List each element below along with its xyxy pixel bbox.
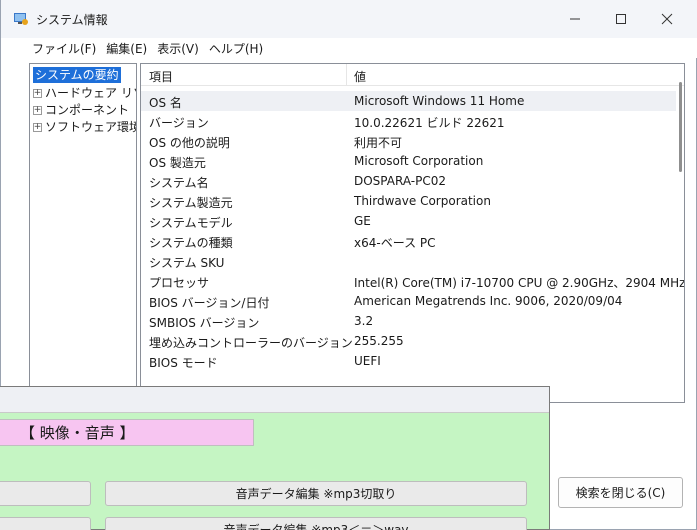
row-item: OS 名 — [149, 96, 182, 110]
row-item: SMBIOS バージョン — [149, 316, 260, 330]
tree-item-label: ソフトウェア環境 — [45, 120, 137, 134]
row-value: 3.2 — [354, 314, 374, 328]
row-item: バージョン — [149, 116, 209, 130]
menu-file[interactable]: ファイル(F) — [28, 40, 100, 57]
row-value: 255.255 — [354, 334, 404, 348]
close-icon — [661, 13, 673, 25]
row-value: x64-ベース PC — [354, 236, 436, 250]
minimize-icon — [570, 18, 580, 20]
title-bar: システム情報 — [1, 0, 697, 38]
close-button[interactable] — [644, 0, 690, 38]
expand-plus-icon[interactable]: + — [33, 122, 42, 132]
tree-item-label: ハードウェア リソース — [45, 86, 136, 100]
column-divider[interactable] — [346, 64, 347, 86]
table-row[interactable]: OS の他の説明 利用不可 — [141, 131, 676, 151]
table-row[interactable]: システムの種類 x64-ベース PC — [141, 231, 676, 251]
table-row[interactable]: システム SKU — [141, 251, 676, 271]
row-item: BIOS バージョン/日付 — [149, 296, 270, 310]
close-search-button[interactable]: 検索を閉じる(C) — [558, 477, 683, 508]
menu-bar: ファイル(F) 編集(E) 表示(V) ヘルプ(H) — [1, 38, 697, 58]
table-row[interactable]: SMBIOS バージョン 3.2 — [141, 311, 676, 331]
row-item: システムモデル — [149, 216, 233, 230]
left-tool-button[interactable] — [0, 481, 91, 506]
system-info-app-icon — [14, 13, 28, 25]
row-value: GE — [354, 214, 371, 228]
table-row[interactable]: 埋め込みコントローラーのバージョン 255.255 — [141, 331, 676, 351]
row-value: DOSPARA-PC02 — [354, 174, 446, 188]
tree-item-software-environment[interactable]: + ソフトウェア環境 — [33, 119, 137, 135]
tree-item-hardware-resources[interactable]: + ハードウェア リソース — [33, 85, 136, 101]
row-value: American Megatrends Inc. 9006, 2020/09/0… — [354, 294, 623, 308]
details-rows: OS 名 Microsoft Windows 11 Home バージョン 10.0.… — [141, 91, 684, 371]
row-value: 10.0.22621 ビルド 22621 — [354, 116, 505, 130]
row-value: UEFI — [354, 354, 381, 368]
menu-view[interactable]: 表示(V) — [153, 40, 203, 57]
row-item: BIOS モード — [149, 356, 218, 370]
details-list: 項目 値 OS 名 Microsoft Windows 11 Home バージョン… — [140, 63, 685, 403]
row-item: システム製造元 — [149, 196, 233, 210]
row-item: 埋め込みコントローラーのバージョン — [149, 336, 353, 350]
vertical-scrollbar[interactable] — [679, 82, 682, 172]
minimize-button[interactable] — [552, 0, 598, 38]
expand-plus-icon[interactable]: + — [33, 88, 42, 98]
row-item: OS 製造元 — [149, 156, 206, 170]
tree-item-system-summary[interactable]: システムの要約 — [33, 67, 121, 83]
row-item: プロセッサ — [149, 276, 210, 290]
row-value: Intel(R) Core(TM) i7-10700 CPU @ 2.90GHz… — [354, 276, 685, 290]
menu-edit[interactable]: 編集(E) — [102, 40, 151, 57]
table-row[interactable]: システム製造元 Thirdwave Corporation — [141, 191, 676, 211]
maximize-button[interactable] — [598, 0, 644, 38]
table-row[interactable]: システム名 DOSPARA-PC02 — [141, 171, 676, 191]
row-value: Microsoft Corporation — [354, 154, 484, 168]
section-banner: 【 映像・音声 】 — [0, 419, 254, 446]
window-title: システム情報 — [36, 13, 108, 27]
table-row[interactable]: システムモデル GE — [141, 211, 676, 231]
menu-help[interactable]: ヘルプ(H) — [205, 40, 267, 57]
table-row[interactable]: バージョン 10.0.22621 ビルド 22621 — [141, 111, 676, 131]
category-tree: システムの要約 + ハードウェア リソース + コンポーネント + ソフトウェア… — [29, 63, 137, 403]
table-row[interactable]: OS 名 Microsoft Windows 11 Home — [141, 91, 676, 111]
column-header-value[interactable]: 値 — [354, 68, 366, 85]
audio-edit-mp3-wav-button[interactable]: 音声データ編集 ※mp3＜＝＞wav — [105, 517, 527, 530]
audio-edit-mp3-cut-button[interactable]: 音声データ編集 ※mp3切取り — [105, 481, 527, 506]
column-header-item[interactable]: 項目 — [149, 68, 173, 85]
row-item: システム SKU — [149, 256, 225, 270]
row-item: システムの種類 — [149, 236, 233, 250]
table-row[interactable]: OS 製造元 Microsoft Corporation — [141, 151, 676, 171]
row-value: Thirdwave Corporation — [354, 194, 491, 208]
table-row[interactable]: BIOS モード UEFI — [141, 351, 676, 371]
tree-item-components[interactable]: + コンポーネント — [33, 102, 129, 118]
row-item: OS の他の説明 — [149, 136, 230, 150]
maximize-icon — [616, 14, 626, 24]
table-row[interactable]: プロセッサ Intel(R) Core(TM) i7-10700 CPU @ 2.… — [141, 271, 684, 291]
column-header: 項目 値 — [141, 64, 684, 86]
left-tool-button[interactable] — [0, 517, 91, 530]
row-value: 利用不可 — [354, 136, 403, 150]
expand-plus-icon[interactable]: + — [33, 105, 42, 115]
row-item: システム名 — [149, 176, 209, 190]
tree-item-label: コンポーネント — [45, 103, 130, 117]
media-tool-window: 【 映像・音声 】 音声データ編集 ※mp3切取り 音声データ編集 ※mp3＜＝… — [0, 386, 550, 530]
row-value: Microsoft Windows 11 Home — [354, 94, 525, 108]
media-tool-title-bar — [0, 387, 549, 413]
table-row[interactable]: BIOS バージョン/日付 American Megatrends Inc. 90… — [141, 291, 676, 311]
